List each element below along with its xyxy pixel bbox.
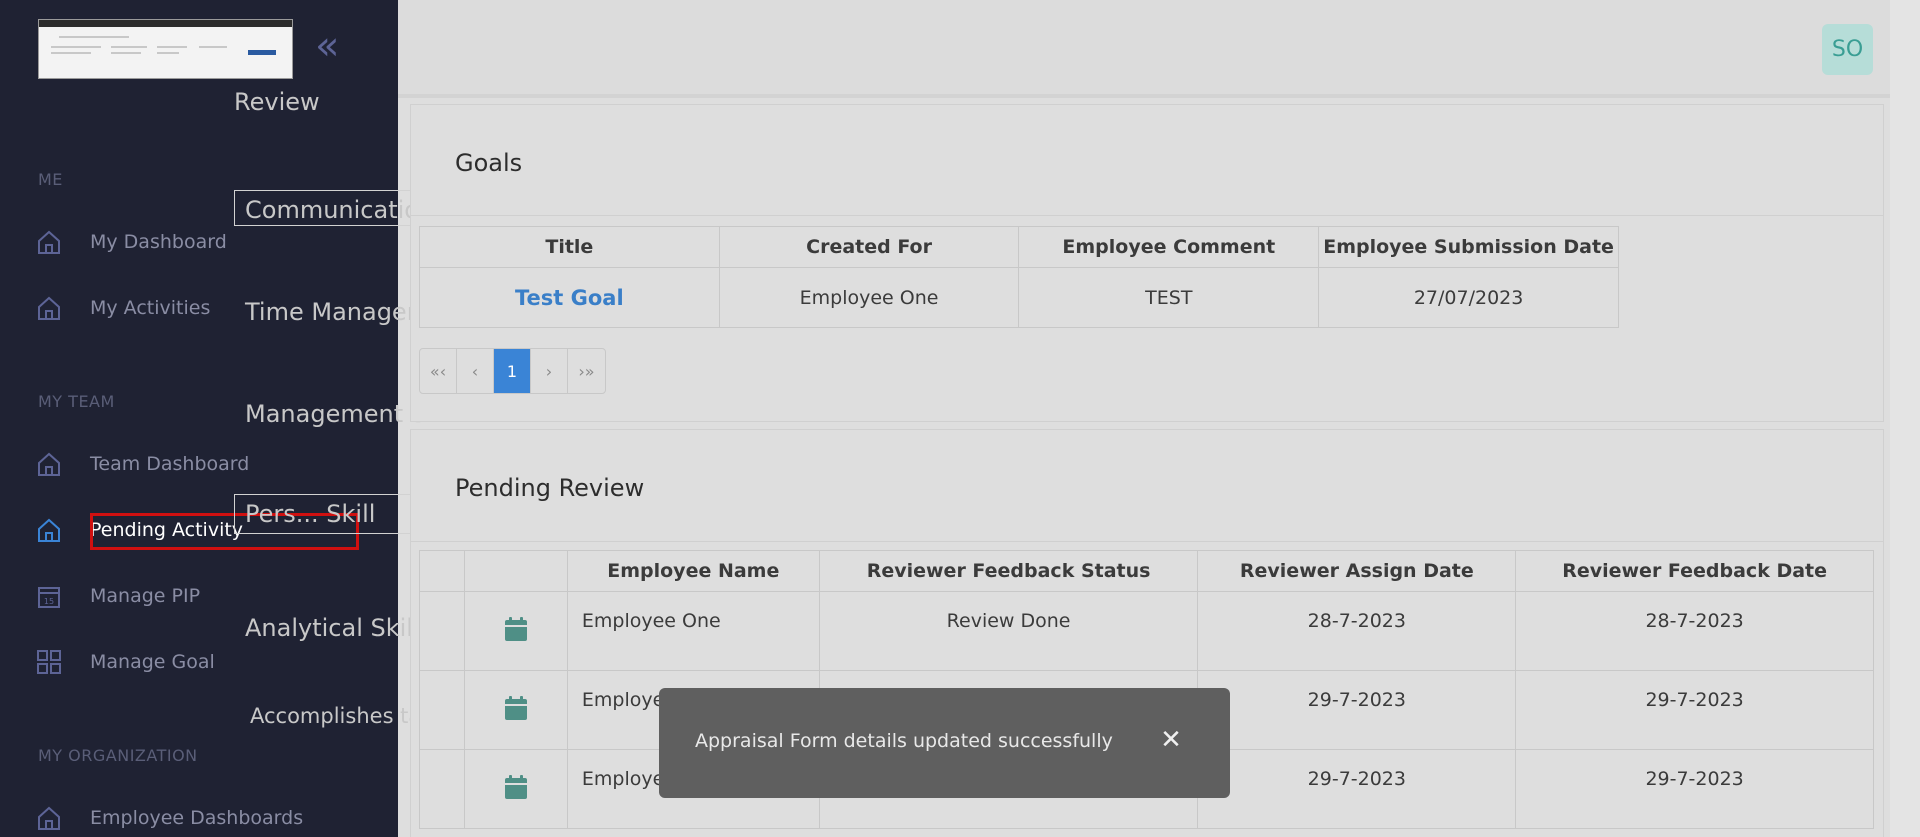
section-heading-me: ME [38,170,63,189]
sidebar-item-label: My Dashboard [90,231,227,253]
employee-comment-cell: TEST [1018,267,1320,328]
sidebar-item-my-dashboard[interactable]: My Dashboard [36,226,227,258]
sidebar-item-manage-pip[interactable]: 15 Manage PIP [36,580,200,612]
success-toast: Appraisal Form details updated successfu… [659,688,1230,798]
background-form-title: Review [234,88,320,116]
background-field-label: Analytical Skill [245,614,420,642]
top-header [398,0,1890,98]
row-select-cell[interactable] [419,749,465,829]
feedback-date-cell: 29-7-2023 [1515,749,1874,829]
row-select-cell[interactable] [419,591,465,671]
background-field-label: Communication [245,196,435,224]
section-heading-my-team: MY TEAM [38,392,115,411]
close-icon[interactable]: ✕ [1153,722,1189,758]
app-logo-thumbnail [38,19,293,79]
goals-title: Goals [455,149,523,177]
action-cell [463,749,568,829]
toast-message: Appraisal Form details updated successfu… [695,730,1113,752]
goal-title-link[interactable]: Test Goal [515,286,624,310]
row-select-cell[interactable] [419,670,465,750]
sidebar-item-team-dashboard[interactable]: Team Dashboard [36,448,249,480]
home-icon [38,296,60,320]
created-for-cell: Employee One [718,267,1020,328]
goals-table: Title Created For Employee Comment Emplo… [419,226,1619,328]
feedback-date-cell: 29-7-2023 [1515,670,1874,750]
pager-first-button[interactable]: «‹ [420,349,457,393]
table-header-row: Employee Name Reviewer Feedback Status R… [419,550,1874,592]
column-header: Reviewer Feedback Status [818,550,1199,592]
column-header: Reviewer Assign Date [1197,550,1517,592]
home-icon [38,230,60,254]
sidebar-item-label: Manage Goal [90,651,215,673]
calendar-icon: 15 [38,587,60,608]
grid-icon [37,650,61,674]
sidebar-item-label: My Activities [90,297,211,319]
feedback-date-cell: 28-7-2023 [1515,591,1874,671]
pager-prev-button[interactable]: ‹ [457,349,494,393]
home-icon [38,452,60,476]
table-row: Employee One Review Done 28-7-2023 28-7-… [419,591,1874,671]
feedback-status-cell: Review Done [818,591,1199,671]
section-heading-my-organization: MY ORGANIZATION [38,746,198,765]
table-header-row: Title Created For Employee Comment Emplo… [419,226,1619,268]
assign-date-cell: 29-7-2023 [1197,670,1517,750]
pager-last-button[interactable]: ›» [568,349,605,393]
sidebar-item-manage-goal[interactable]: Manage Goal [36,646,215,678]
sidebar-item-employee-dashboards[interactable]: Employee Dashboards [36,802,303,834]
pending-review-title: Pending Review [455,474,645,502]
column-header: Employee Name [566,550,820,592]
home-icon [38,806,60,830]
sidebar-item-label: Team Dashboard [90,453,250,475]
pager-next-button[interactable]: › [531,349,568,393]
pager-page-1-button[interactable]: 1 [494,349,531,393]
calendar-icon[interactable] [504,774,528,800]
sidebar-item-label: Manage PIP [90,585,201,607]
employee-name-cell: Employee One [566,591,820,671]
column-header [463,550,568,592]
column-header [419,550,465,592]
pagination: «‹ ‹ 1 › ›» [419,348,606,394]
action-cell [463,670,568,750]
home-icon [38,518,60,542]
card-divider [411,541,1883,542]
table-row: Test Goal Employee One TEST 27/07/2023 [419,267,1619,328]
goal-title-cell: Test Goal [419,267,720,328]
svg-text:15: 15 [44,597,54,606]
column-header: Reviewer Feedback Date [1515,550,1874,592]
assign-date-cell: 28-7-2023 [1197,591,1517,671]
submission-date-cell: 27/07/2023 [1318,267,1619,328]
calendar-icon[interactable] [504,616,528,642]
card-divider [411,215,1883,216]
action-cell [463,591,568,671]
sidebar-item-pending-activity[interactable]: Pending Activity [36,514,243,546]
scrollbar-track[interactable] [1890,0,1920,837]
column-header: Employee Comment [1018,226,1320,268]
column-header: Title [419,226,720,268]
background-field-label: Pers... Skill [245,500,376,528]
column-header: Employee Submission Date [1318,226,1619,268]
user-avatar[interactable]: SO [1822,24,1873,75]
collapse-sidebar-icon[interactable]: « [315,26,351,66]
assign-date-cell: 29-7-2023 [1197,749,1517,829]
sidebar-item-my-activities[interactable]: My Activities [36,292,210,324]
calendar-icon[interactable] [504,695,528,721]
column-header: Created For [718,226,1020,268]
sidebar-item-label: Employee Dashboards [90,807,304,829]
